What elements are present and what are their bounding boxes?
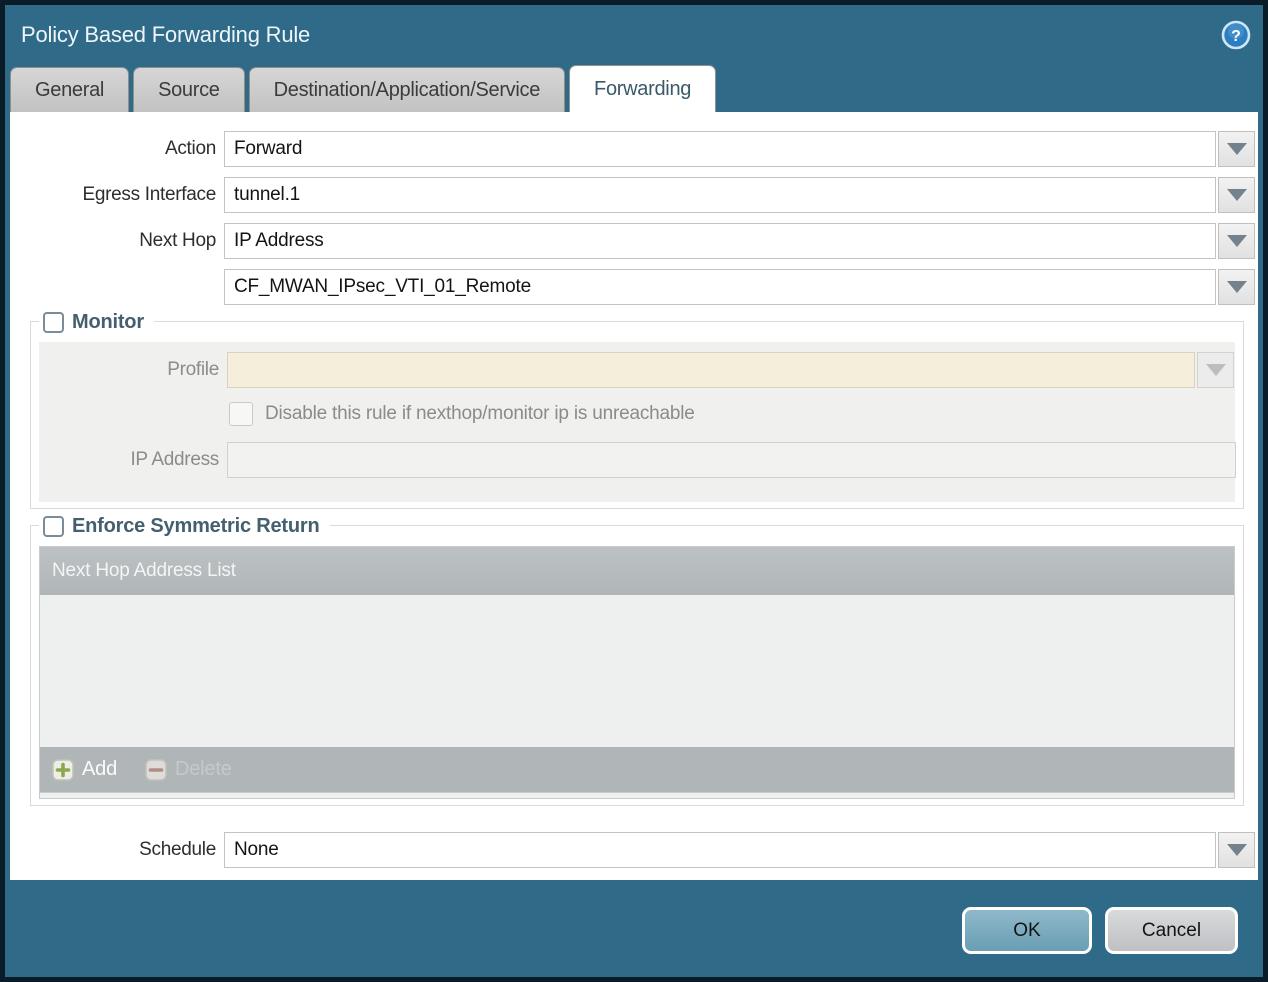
next-hop-label: Next Hop (139, 230, 216, 251)
chevron-down-icon (1226, 143, 1247, 155)
monitor-ip-address-label: IP Address (130, 449, 219, 470)
monitor-ip-address-input (227, 442, 1236, 478)
monitor-legend-label: Monitor (72, 310, 144, 333)
help-icon[interactable]: ? (1221, 20, 1251, 50)
chevron-down-icon (1226, 844, 1247, 856)
chevron-down-icon (1205, 364, 1226, 376)
svg-text:?: ? (1231, 28, 1241, 45)
monitor-section: Monitor Profile Disable this rule if nex… (30, 308, 1244, 509)
next-hop-address-list-toolbar: Add Delete (40, 747, 1234, 792)
next-hop-address-field[interactable]: CF_MWAN_IPsec_VTI_01_Remote (224, 269, 1216, 305)
profile-label: Profile (167, 359, 219, 380)
schedule-select[interactable]: None (224, 832, 1216, 868)
next-hop-dropdown-button[interactable] (1218, 223, 1255, 259)
table-bottom-strip (39, 793, 1235, 799)
delete-button: Delete (145, 758, 232, 781)
next-hop-address-row: CF_MWAN_IPsec_VTI_01_Remote (20, 269, 1255, 305)
minus-icon (145, 758, 167, 781)
chevron-down-icon (1226, 235, 1247, 247)
schedule-dropdown-button[interactable] (1218, 832, 1255, 868)
monitor-ip-address-row: IP Address (39, 442, 1236, 478)
egress-interface-label: Egress Interface (82, 184, 216, 205)
add-button[interactable]: Add (52, 758, 117, 781)
tab-forwarding[interactable]: Forwarding (569, 65, 717, 112)
egress-interface-dropdown-button[interactable] (1218, 177, 1255, 213)
disable-rule-checkbox (229, 402, 253, 426)
profile-dropdown-button (1197, 352, 1234, 388)
schedule-row: Schedule None (20, 832, 1255, 868)
dialog-titlebar: Policy Based Forwarding Rule ? (5, 5, 1263, 65)
delete-button-label: Delete (175, 758, 232, 780)
next-hop-address-list-table: Next Hop Address List Add Delete (39, 546, 1235, 793)
next-hop-address-list-body (40, 595, 1234, 747)
cancel-button[interactable]: Cancel (1105, 907, 1238, 954)
enforce-symmetric-return-label: Enforce Symmetric Return (72, 514, 320, 537)
plus-icon (52, 758, 74, 781)
tab-general[interactable]: General (10, 67, 130, 112)
profile-select (227, 352, 1195, 388)
next-hop-address-dropdown-button[interactable] (1218, 269, 1255, 305)
egress-interface-select[interactable]: tunnel.1 (224, 177, 1216, 213)
pbf-rule-dialog: Policy Based Forwarding Rule ? General S… (0, 0, 1268, 982)
monitor-legend: Monitor (39, 308, 154, 336)
action-select[interactable]: Forward (224, 131, 1216, 167)
profile-row: Profile (39, 352, 1235, 388)
ok-button[interactable]: OK (962, 907, 1092, 954)
tab-destination-application-service[interactable]: Destination/Application/Service (248, 67, 566, 112)
dialog-footer: OK Cancel (5, 880, 1263, 977)
egress-interface-row: Egress Interface tunnel.1 (20, 177, 1255, 213)
monitor-panel: Profile Disable this rule if nexthop/mon… (39, 342, 1236, 502)
action-dropdown-button[interactable] (1218, 131, 1255, 167)
chevron-down-icon (1226, 189, 1247, 201)
dialog-title: Policy Based Forwarding Rule (21, 22, 311, 47)
next-hop-type-select[interactable]: IP Address (224, 223, 1216, 259)
add-button-label: Add (82, 758, 117, 780)
schedule-label: Schedule (139, 839, 216, 860)
monitor-checkbox[interactable] (43, 311, 64, 333)
tab-bar: General Source Destination/Application/S… (5, 65, 1263, 112)
enforce-symmetric-return-section: Enforce Symmetric Return Next Hop Addres… (30, 512, 1244, 806)
action-label: Action (164, 138, 216, 159)
action-row: Action Forward (20, 131, 1255, 167)
chevron-down-icon (1226, 281, 1247, 293)
tab-source[interactable]: Source (133, 67, 245, 112)
next-hop-address-list-header: Next Hop Address List (40, 547, 1234, 595)
enforce-symmetric-return-legend: Enforce Symmetric Return (39, 512, 330, 540)
tab-panel-forwarding: Action Forward Egress Interface tunnel.1… (10, 112, 1258, 880)
next-hop-row: Next Hop IP Address (20, 223, 1255, 259)
disable-rule-label: Disable this rule if nexthop/monitor ip … (265, 403, 695, 424)
enforce-symmetric-return-checkbox[interactable] (43, 515, 64, 537)
disable-rule-row: Disable this rule if nexthop/monitor ip … (229, 400, 1235, 428)
